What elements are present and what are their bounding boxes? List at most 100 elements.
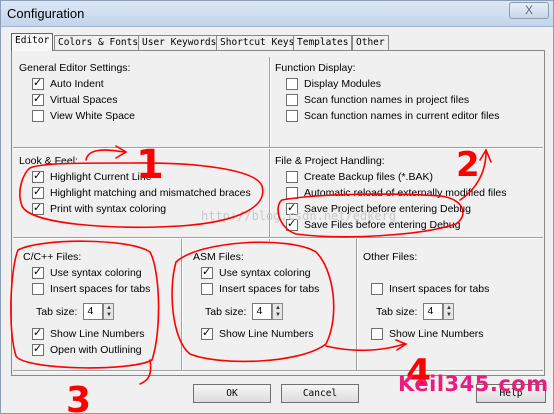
checkbox-label: Create Backup files (*.BAK) [304,171,433,183]
checkbox-label: Auto Indent [50,78,104,90]
asm-show-line-numbers-checkbox[interactable]: Show Line Numbers [201,326,314,340]
checkbox-label: Show Line Numbers [50,328,145,340]
c-tab-size-spinner[interactable]: ▲ ▼ [103,303,115,320]
virtual-spaces-checkbox[interactable]: Virtual Spaces [32,92,118,106]
title-bar: Configuration X [1,1,553,27]
highlight-braces-checkbox[interactable]: Highlight matching and mismatched braces [32,185,251,199]
print-syntax-coloring-checkbox[interactable]: Print with syntax coloring [32,201,167,215]
other-show-line-numbers-checkbox[interactable]: Show Line Numbers [371,328,484,340]
tab-size-label: Tab size: [376,305,418,318]
asm-tab-size-input[interactable]: 4 [252,303,273,320]
tab-size-label: Tab size: [205,305,247,318]
checkbox-box [286,78,298,90]
look-feel-heading: Look & Feel: [19,155,78,167]
checkbox-label: Print with syntax coloring [50,203,167,215]
asm-files-heading: ASM Files: [193,251,244,263]
spin-down-icon: ▼ [445,312,452,319]
checkbox-label: Scan function names in current editor fi… [304,110,500,122]
other-insert-spaces-checkbox[interactable]: Insert spaces for tabs [371,283,489,295]
checkbox-box [32,326,44,340]
auto-indent-checkbox[interactable]: Auto Indent [32,76,104,90]
scan-project-files-checkbox[interactable]: Scan function names in project files [286,94,469,106]
spin-up-icon: ▲ [274,304,281,311]
divider [356,239,358,371]
tab-user-keywords[interactable]: User Keywords [138,35,221,50]
checkbox-label: Insert spaces for tabs [389,283,490,295]
blog-watermark: http://blog.csdn.net/edkerg [201,209,397,223]
other-tab-size-spinner[interactable]: ▲ ▼ [443,303,455,320]
c-files-heading: C/C++ Files: [23,251,82,263]
checkbox-label: Display Modules [304,78,382,90]
asm-tab-size-spinner[interactable]: ▲ ▼ [272,303,284,320]
tab-colors-fonts[interactable]: Colors & Fonts [54,35,143,50]
spin-up-icon: ▲ [445,304,452,311]
checkbox-label: Insert spaces for tabs [219,283,320,295]
checkbox-box [32,110,44,122]
c-tab-size: Tab size: 4 ▲ ▼ [36,303,115,320]
general-settings-heading: General Editor Settings: [19,62,131,74]
display-modules-checkbox[interactable]: Display Modules [286,78,381,90]
checkbox-label: View White Space [50,110,136,122]
c-insert-spaces-checkbox[interactable]: Insert spaces for tabs [32,283,150,295]
c-show-line-numbers-checkbox[interactable]: Show Line Numbers [32,326,145,340]
keil345-watermark: Keil345.com [398,372,549,396]
checkbox-label: Use syntax coloring [50,267,142,279]
tab-templates[interactable]: Templates [293,35,353,50]
function-display-heading: Function Display: [275,62,356,74]
spin-up-icon: ▲ [105,304,112,311]
asm-insert-spaces-checkbox[interactable]: Insert spaces for tabs [201,283,319,295]
checkbox-label: Scan function names in project files [304,94,470,106]
tab-size-label: Tab size: [36,305,78,318]
divider [13,147,543,149]
auto-reload-checkbox[interactable]: Automatic reload of externally modified … [286,187,507,199]
scan-editor-files-checkbox[interactable]: Scan function names in current editor fi… [286,110,500,122]
c-open-outlining-checkbox[interactable]: Open with Outlining [32,342,142,356]
tab-other[interactable]: Other [352,35,389,50]
checkbox-box [201,265,213,279]
checkbox-label: Show Line Numbers [219,328,314,340]
checkbox-box [286,171,298,183]
cancel-button[interactable]: Cancel [281,384,359,403]
create-backup-checkbox[interactable]: Create Backup files (*.BAK) [286,171,433,183]
highlight-current-line-checkbox[interactable]: Highlight Current Line [32,169,152,183]
file-project-heading: File & Project Handling: [275,155,385,167]
checkbox-label: Show Line Numbers [389,328,484,340]
other-files-heading: Other Files: [363,251,418,263]
checkbox-label: Open with Outlining [50,344,142,356]
divider [181,239,183,371]
ok-button[interactable]: OK [193,384,271,403]
checkbox-box [32,201,44,215]
view-white-space-checkbox[interactable]: View White Space [32,110,135,122]
checkbox-box [201,326,213,340]
spin-down-icon: ▼ [105,312,112,319]
checkbox-label: Insert spaces for tabs [50,283,151,295]
checkbox-box [286,187,298,199]
other-tab-size: Tab size: 4 ▲ ▼ [376,303,455,320]
checkbox-box [286,94,298,106]
asm-syntax-coloring-checkbox[interactable]: Use syntax coloring [201,265,311,279]
close-icon: X [524,3,533,17]
checkbox-box [371,283,383,295]
checkbox-box [32,265,44,279]
checkbox-label: Highlight Current Line [50,171,152,183]
tab-shortcut-keys[interactable]: Shortcut Keys [216,35,299,50]
checkbox-box [32,342,44,356]
asm-tab-size: Tab size: 4 ▲ ▼ [205,303,284,320]
divider [13,237,543,239]
c-tab-size-input[interactable]: 4 [83,303,104,320]
checkbox-box [32,76,44,90]
checkbox-box [201,283,213,295]
checkbox-box [32,92,44,106]
checkbox-label: Virtual Spaces [50,94,118,106]
close-button[interactable]: X [509,2,549,19]
other-tab-size-input[interactable]: 4 [423,303,444,320]
checkbox-box [371,328,383,340]
checkbox-box [32,283,44,295]
spin-down-icon: ▼ [274,312,281,319]
checkbox-label: Automatic reload of externally modified … [304,187,507,199]
window-title: Configuration [7,6,85,21]
c-syntax-coloring-checkbox[interactable]: Use syntax coloring [32,265,142,279]
tab-editor[interactable]: Editor [11,33,54,51]
checkbox-label: Highlight matching and mismatched braces [50,187,251,199]
checkbox-box [32,169,44,183]
